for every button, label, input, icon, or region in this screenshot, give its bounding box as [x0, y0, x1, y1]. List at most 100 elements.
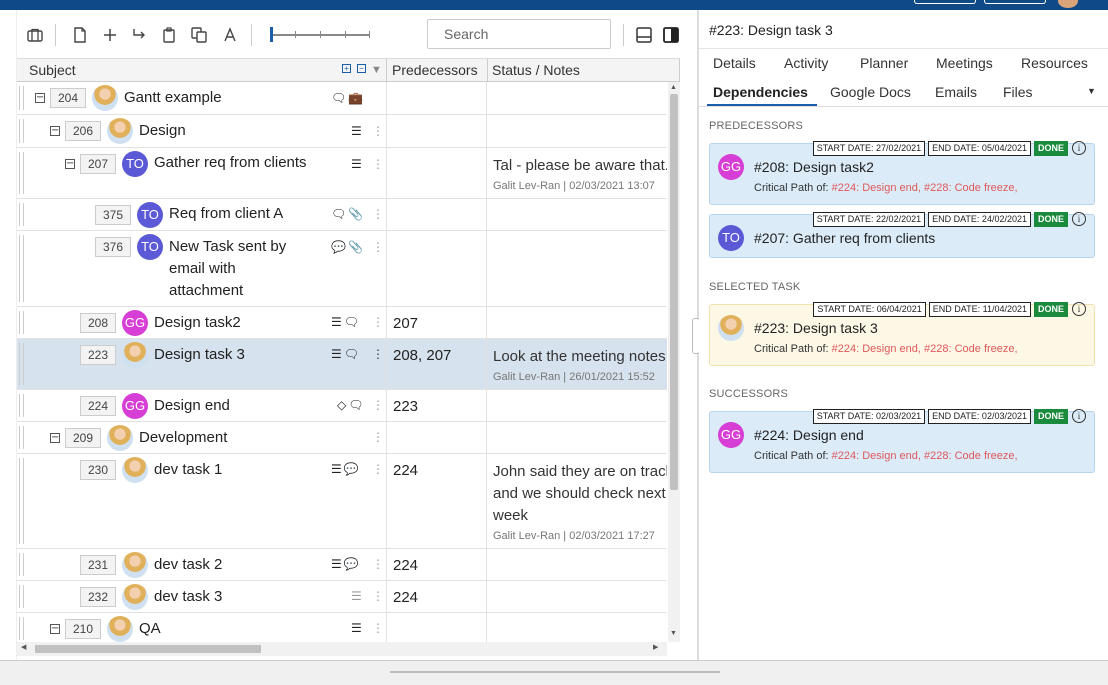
predecessors-cell[interactable]: 207: [388, 307, 487, 338]
comments-icon[interactable]: 💬: [344, 557, 361, 571]
dependency-card[interactable]: START DATE: 02/03/2021 END DATE: 02/03/20…: [709, 409, 1095, 473]
task-name[interactable]: dev task 2: [154, 554, 222, 576]
task-name[interactable]: dev task 1: [154, 459, 222, 481]
table-row[interactable]: − 209 Development ⋮: [17, 422, 667, 454]
dependency-title[interactable]: #207: Gather req from clients: [754, 230, 935, 246]
row-menu-icon[interactable]: ⋮: [372, 207, 384, 221]
table-row-selected[interactable]: 223 Design task 3 ☰🗨 ⋮ 208, 207 Look at …: [17, 339, 667, 390]
comments-icon[interactable]: 🗨: [331, 91, 348, 105]
scroll-up-icon[interactable]: ▲: [670, 84, 677, 91]
table-row[interactable]: 208 GG Design task2 ☰🗨 ⋮ 207: [17, 307, 667, 339]
horizontal-scrollbar[interactable]: ◀ ▶: [17, 642, 667, 656]
task-name[interactable]: New Task sent by email with attachment: [169, 236, 286, 302]
predecessors-cell[interactable]: [388, 231, 487, 306]
tab-meetings[interactable]: Meetings: [936, 53, 993, 73]
notes-cell[interactable]: [488, 115, 667, 147]
notes-cell[interactable]: [488, 390, 667, 421]
predecessors-cell[interactable]: [388, 82, 487, 114]
collapse-all-icon[interactable]: −: [357, 64, 366, 73]
dependency-title[interactable]: #224: Design end: [754, 427, 864, 443]
task-name[interactable]: Req from client A: [169, 203, 283, 225]
gantt-icon[interactable]: ☰: [331, 347, 344, 361]
predecessors-cell[interactable]: [388, 148, 487, 198]
task-name[interactable]: dev task 3: [154, 586, 222, 608]
plus-icon[interactable]: [101, 26, 119, 44]
gantt-icon[interactable]: ☰: [351, 621, 364, 635]
table-row[interactable]: 224 GG Design end ◇🗨 ⋮ 223: [17, 390, 667, 422]
row-menu-icon[interactable]: ⋮: [372, 589, 384, 603]
collapse-toggle-icon[interactable]: −: [50, 126, 60, 136]
dependency-card[interactable]: START DATE: 27/02/2021 END DATE: 05/04/20…: [709, 141, 1095, 205]
predecessors-cell[interactable]: 223: [388, 390, 487, 421]
dependency-title[interactable]: #223: Design task 3: [754, 320, 878, 336]
task-name[interactable]: Design task 3: [154, 344, 245, 366]
more-tabs-chevron-icon[interactable]: ▼: [1087, 86, 1096, 96]
collapse-toggle-icon[interactable]: −: [65, 159, 75, 169]
side-pane-layout-icon[interactable]: [662, 26, 680, 44]
tab-dependencies[interactable]: Dependencies: [713, 82, 808, 102]
gantt-icon[interactable]: ☰: [351, 124, 364, 138]
indent-arrow-icon[interactable]: [130, 26, 148, 44]
drag-handle[interactable]: [19, 394, 24, 417]
tab-details[interactable]: Details: [713, 53, 756, 73]
row-menu-icon[interactable]: ⋮: [372, 315, 384, 329]
top-button-2[interactable]: [984, 0, 1046, 4]
text-icon[interactable]: [221, 26, 239, 44]
drag-handle[interactable]: [19, 235, 24, 302]
table-row[interactable]: 230 dev task 1 ☰💬 ⋮ 224 John said they a…: [17, 454, 667, 549]
notes-cell[interactable]: [488, 422, 667, 453]
vertical-scroll-thumb[interactable]: [670, 94, 678, 490]
scroll-left-icon[interactable]: ◀: [21, 643, 26, 651]
info-icon[interactable]: i: [1072, 212, 1086, 226]
horizontal-scroll-thumb[interactable]: [35, 645, 261, 653]
tab-activity[interactable]: Activity: [784, 53, 828, 73]
drag-handle[interactable]: [19, 119, 24, 143]
column-header-status-notes[interactable]: Status / Notes: [488, 59, 680, 82]
task-name[interactable]: Gather req from clients: [154, 152, 307, 174]
scroll-down-icon[interactable]: ▼: [670, 630, 677, 637]
expand-all-icon[interactable]: +: [342, 64, 351, 73]
row-menu-icon[interactable]: ⋮: [372, 557, 384, 571]
predecessors-cell[interactable]: [388, 115, 487, 147]
row-menu-icon[interactable]: ⋮: [372, 240, 384, 254]
new-file-icon[interactable]: [71, 26, 89, 44]
predecessors-cell[interactable]: [388, 613, 487, 642]
filter-icon[interactable]: ▼: [371, 59, 382, 81]
info-icon[interactable]: i: [1072, 302, 1086, 316]
table-row[interactable]: 375 TO Req from client A 🗨📎 ⋮: [17, 199, 667, 231]
comments-icon[interactable]: 🗨: [348, 398, 365, 412]
predecessors-cell[interactable]: 224: [388, 549, 487, 580]
tab-files[interactable]: Files: [1003, 82, 1033, 102]
notes-cell[interactable]: Tal - please be aware that... Galit Lev-…: [488, 148, 667, 198]
notes-cell[interactable]: Look at the meeting notes Galit Lev-Ran …: [488, 339, 667, 389]
task-name[interactable]: Design: [139, 120, 186, 142]
row-menu-icon[interactable]: ⋮: [372, 621, 384, 635]
scroll-right-icon[interactable]: ▶: [653, 643, 658, 651]
resize-grip[interactable]: [390, 671, 720, 673]
collapse-toggle-icon[interactable]: −: [50, 433, 60, 443]
table-row[interactable]: 231 dev task 2 ☰💬 ⋮ 224: [17, 549, 667, 581]
notes-cell[interactable]: [488, 307, 667, 338]
notes-cell[interactable]: [488, 231, 667, 306]
collapse-toggle-icon[interactable]: −: [35, 93, 45, 103]
notes-cell[interactable]: [488, 549, 667, 580]
task-name[interactable]: Development: [139, 427, 227, 449]
clipboard-icon[interactable]: [160, 26, 178, 44]
drag-handle[interactable]: [19, 86, 24, 110]
table-row[interactable]: − 206 Design ☰ ⋮: [17, 115, 667, 148]
drag-handle[interactable]: [19, 617, 24, 640]
task-name[interactable]: Design task2: [154, 312, 241, 334]
briefcase-icon[interactable]: [26, 26, 44, 44]
predecessors-cell[interactable]: 208, 207: [388, 339, 487, 389]
drag-handle[interactable]: [19, 152, 24, 194]
notes-cell[interactable]: John said they are on track and we shoul…: [488, 454, 667, 548]
task-name[interactable]: QA: [139, 618, 161, 640]
selected-task-card[interactable]: START DATE: 06/04/2021 END DATE: 11/04/20…: [709, 302, 1095, 366]
tab-google-docs[interactable]: Google Docs: [830, 82, 911, 102]
bottom-pane-layout-icon[interactable]: [635, 26, 653, 44]
table-row[interactable]: − 210 QA ☰ ⋮: [17, 613, 667, 642]
predecessors-cell[interactable]: [388, 199, 487, 230]
notes-cell[interactable]: [488, 199, 667, 230]
search-input[interactable]: [427, 19, 611, 49]
table-row[interactable]: 376 TO New Task sent by email with attac…: [17, 231, 667, 307]
